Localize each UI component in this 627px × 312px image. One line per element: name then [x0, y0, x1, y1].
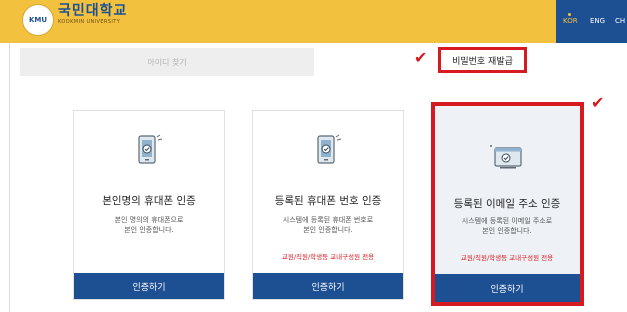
tab-reset-password[interactable]: 비밀번호 재발급 — [438, 47, 527, 73]
card-title: 본인명의 휴대폰 인증 — [102, 195, 196, 207]
red-check-icon: ✔ — [591, 93, 605, 112]
site-header: KMU 국민대학교 KOOKMIN UNIVERSITY KOR ENG CH — [0, 0, 627, 43]
language-ch[interactable]: CH — [615, 17, 625, 25]
members-only-note: 교원/직원/학생등 교내구성원 전용 — [281, 253, 375, 261]
card-title: 등록된 휴대폰 번호 인증 — [274, 195, 382, 207]
phone-verify-icon — [134, 133, 164, 171]
card-description: 본인 명의의 휴대폰으로 본인 인증합니다. — [114, 216, 184, 234]
language-kor[interactable]: KOR — [563, 17, 578, 25]
red-check-icon: ✔ — [414, 48, 428, 67]
tab-find-id[interactable]: 아이디 찾기 — [20, 48, 314, 76]
card-registered-phone-verification: 등록된 휴대폰 번호 인증 시스템에 등록된 휴대폰 번호로 본인 인증합니다.… — [252, 110, 404, 300]
university-logo[interactable]: KMU 국민대학교 KOOKMIN UNIVERSITY — [22, 4, 127, 36]
highlight-frame — [431, 102, 584, 306]
left-divider — [9, 43, 10, 312]
verify-button[interactable]: 인증하기 — [253, 273, 403, 299]
active-language-dot-icon — [568, 13, 571, 16]
logo-emblem-icon: KMU — [22, 4, 54, 36]
verify-button[interactable]: 인증하기 — [74, 273, 224, 299]
card-mobile-verification: 본인명의 휴대폰 인증 본인 명의의 휴대폰으로 본인 인증합니다. 인증하기 — [73, 110, 225, 300]
phone-verify-icon — [313, 133, 343, 171]
logo-english-name: KOOKMIN UNIVERSITY — [58, 19, 121, 25]
logo-korean-name: 국민대학교 — [58, 3, 128, 19]
card-description: 시스템에 등록된 휴대폰 번호로 본인 인증합니다. — [282, 216, 374, 234]
language-eng[interactable]: ENG — [590, 17, 605, 25]
